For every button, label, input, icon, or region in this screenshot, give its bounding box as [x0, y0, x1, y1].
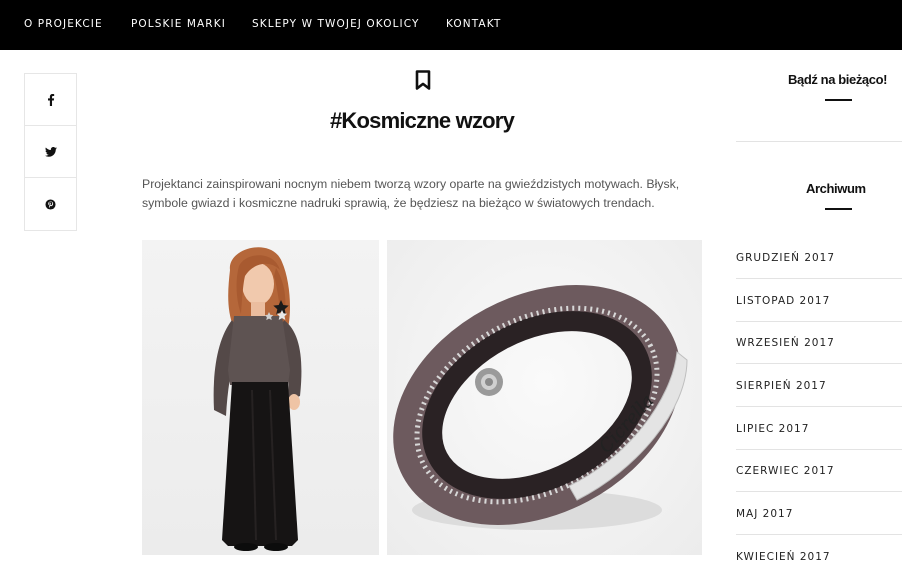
archive-item-maj-2017[interactable]: MAJ 2017 [736, 508, 793, 520]
facebook-icon [47, 93, 54, 106]
article-intro: Projektanci zainspirowani nocnym niebem … [142, 177, 680, 210]
twitter-icon [44, 146, 57, 157]
archive-divider [736, 363, 902, 364]
model-illustration [213, 247, 302, 551]
share-twitter-button[interactable] [25, 126, 76, 178]
share-pinterest-button[interactable] [25, 178, 76, 230]
archive-title: Archiwum [806, 181, 866, 196]
article-title: #Kosmiczne wzory [329, 108, 515, 133]
archive-item-czerwiec-2017[interactable]: CZERWIEC 2017 [736, 465, 835, 477]
sidebar-divider [736, 141, 902, 142]
archive-title-underline [825, 208, 852, 210]
share-buttons [24, 73, 77, 231]
bookmark-icon[interactable] [415, 70, 431, 90]
nav-item-polskie-marki[interactable]: POLSKIE MARKI [131, 18, 226, 30]
nav-item-sklepy[interactable]: SKLEPY W TWOJEJ OKOLICY [252, 18, 419, 30]
archive-item-kwiecien-2017[interactable]: KWIECIEŃ 2017 [736, 551, 831, 563]
archive-item-sierpien-2017[interactable]: SIERPIEŃ 2017 [736, 380, 827, 392]
archive-divider [736, 449, 902, 450]
bracelet-illustration: Cicrella [393, 284, 688, 530]
archive-item-wrzesien-2017[interactable]: WRZESIEŃ 2017 [736, 337, 835, 349]
archive-item-lipiec-2017[interactable]: LIPIEC 2017 [736, 423, 809, 435]
share-facebook-button[interactable] [25, 74, 76, 126]
archive-item-listopad-2017[interactable]: LISTOPAD 2017 [736, 295, 830, 307]
archive-divider [736, 406, 902, 407]
newsletter-title: Bądź na bieżąco! [788, 72, 888, 87]
nav-item-kontakt[interactable]: KONTAKT [446, 18, 501, 30]
newsletter-title-underline [825, 99, 852, 101]
archive-item-grudzien-2017[interactable]: GRUDZIEŃ 2017 [736, 252, 835, 264]
archive-divider [736, 491, 902, 492]
bracelet-photo[interactable]: Cicrella [387, 240, 702, 555]
pinterest-icon [45, 198, 56, 210]
archive-divider [736, 278, 902, 279]
archive-divider [736, 321, 902, 322]
nav-item-o-projekcie[interactable]: O PROJEKCIE [24, 18, 103, 30]
archive-divider [736, 534, 902, 535]
top-navigation: O PROJEKCIE POLSKIE MARKI SKLEPY W TWOJE… [0, 0, 902, 50]
model-dress-photo[interactable] [142, 240, 379, 555]
